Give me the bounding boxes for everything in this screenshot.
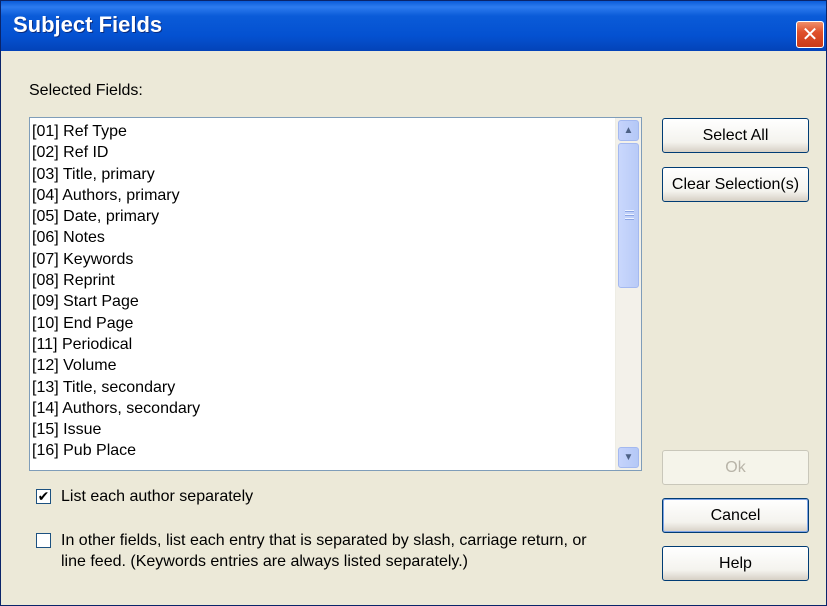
list-item[interactable]: [10] End Page	[32, 313, 612, 334]
selected-fields-listbox[interactable]: [01] Ref Type [02] Ref ID [03] Title, prim…	[29, 117, 642, 471]
selected-fields-label: Selected Fields:	[29, 82, 143, 99]
select-all-button[interactable]: Select All	[662, 118, 809, 153]
list-item[interactable]: [04] Authors, primary	[32, 185, 612, 206]
list-item[interactable]: [01] Ref Type	[32, 121, 612, 142]
grip-line	[625, 218, 634, 220]
list-authors-label: List each author separately	[61, 488, 254, 505]
help-button[interactable]: Help	[662, 546, 809, 581]
vertical-scrollbar[interactable]: ▲ ▼	[615, 118, 641, 470]
title-bar[interactable]: Subject Fields ✕	[1, 1, 826, 51]
close-icon: ✕	[801, 23, 819, 46]
list-item[interactable]: [15] Issue	[32, 419, 612, 440]
clear-selection-button[interactable]: Clear Selection(s)	[662, 167, 809, 202]
checkmark-icon: ✔	[37, 488, 50, 504]
list-item[interactable]: [07] Keywords	[32, 249, 612, 270]
other-fields-checkbox[interactable]	[36, 533, 51, 548]
list-item[interactable]: [16] Pub Place	[32, 440, 612, 461]
ok-button[interactable]: Ok	[662, 450, 809, 485]
close-button[interactable]: ✕	[796, 21, 824, 48]
list-item[interactable]: [11] Periodical	[32, 334, 612, 355]
scroll-up-button[interactable]: ▲	[618, 120, 639, 141]
field-list: [01] Ref Type [02] Ref ID [03] Title, prim…	[32, 121, 612, 462]
other-fields-label-line1: In other fields, list each entry that is…	[61, 532, 587, 549]
list-item[interactable]: [05] Date, primary	[32, 206, 612, 227]
list-authors-checkbox[interactable]: ✔	[36, 489, 51, 504]
chevron-up-icon: ▲	[623, 125, 634, 136]
subject-fields-dialog: Subject Fields ✕ Selected Fields: [01] R…	[0, 0, 827, 606]
other-fields-label-line2: line feed. (Keywords entries are always …	[61, 553, 468, 570]
chevron-down-icon: ▼	[623, 452, 634, 463]
list-item[interactable]: [09] Start Page	[32, 291, 612, 312]
window-title: Subject Fields	[13, 12, 163, 37]
list-item[interactable]: [03] Title, primary	[32, 164, 612, 185]
scroll-thumb[interactable]	[618, 143, 639, 288]
list-item[interactable]: [08] Reprint	[32, 270, 612, 291]
cancel-button[interactable]: Cancel	[662, 498, 809, 533]
list-item[interactable]: [12] Volume	[32, 355, 612, 376]
grip-line	[625, 210, 634, 212]
list-item[interactable]: [13] Title, secondary	[32, 377, 612, 398]
list-item[interactable]: [14] Authors, secondary	[32, 398, 612, 419]
list-item[interactable]: [06] Notes	[32, 227, 612, 248]
list-item[interactable]: [02] Ref ID	[32, 142, 612, 163]
scroll-down-button[interactable]: ▼	[618, 447, 639, 468]
grip-line	[625, 214, 634, 216]
